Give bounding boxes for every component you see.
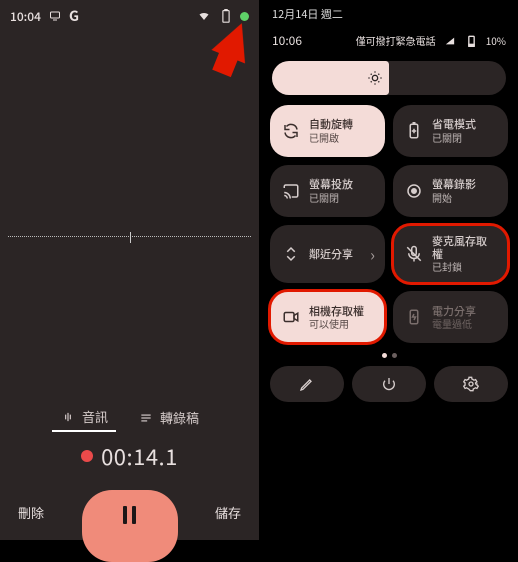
qs-time: 10:06	[272, 32, 302, 49]
recorder-screen: 10:04 G 音訊 轉錄稿	[0, 0, 259, 540]
cast-icon	[47, 10, 63, 22]
qs-footer	[260, 366, 518, 414]
recorder-bottom-bar: 刪除 儲存	[0, 484, 259, 540]
tile-sub: 已關閉	[432, 132, 476, 144]
tile-mic-access[interactable]: 麥克風存取權 已封鎖	[393, 225, 508, 283]
pause-button[interactable]	[82, 490, 178, 562]
signal-icon	[442, 36, 458, 46]
tab-audio-label: 音訊	[82, 407, 108, 426]
qs-network-text: 僅可撥打緊急電話	[356, 33, 436, 48]
privacy-indicator-dot	[240, 12, 249, 21]
power-icon	[381, 376, 397, 392]
tile-sub: 已封鎖	[432, 261, 496, 273]
tile-auto-rotate[interactable]: 自動旋轉 已開啟	[270, 105, 385, 157]
recording-time: 00:14.1	[101, 440, 178, 472]
audio-icon	[60, 410, 76, 424]
recording-indicator-icon	[81, 450, 93, 462]
qs-battery-text: 10%	[486, 33, 506, 48]
tile-sub: 可以使用	[309, 318, 364, 330]
qs-tiles-grid: 自動旋轉 已開啟 省電模式 已關閉 螢幕投放 已關閉 螢幕錄影 開始	[260, 105, 518, 343]
battery-saver-icon	[405, 122, 423, 140]
chevron-right-icon	[370, 242, 375, 266]
tab-audio[interactable]: 音訊	[52, 403, 116, 432]
settings-button[interactable]	[434, 366, 508, 402]
nearby-share-icon	[282, 245, 300, 263]
record-icon	[405, 182, 423, 200]
tile-sub: 已關閉	[309, 192, 353, 204]
qs-status-row: 10:06 僅可撥打緊急電話 10%	[260, 22, 518, 49]
save-button[interactable]: 儲存	[215, 503, 241, 522]
brightness-slider[interactable]	[272, 61, 506, 95]
status-time: 10:04	[10, 8, 41, 25]
tile-camera-access[interactable]: 相機存取權 可以使用	[270, 291, 385, 343]
tile-label: 麥克風存取權	[432, 235, 496, 261]
power-share-icon	[405, 308, 423, 326]
tile-cast[interactable]: 螢幕投放 已關閉	[270, 165, 385, 217]
tile-label: 鄰近分享	[309, 248, 353, 261]
list-icon	[138, 411, 154, 425]
wifi-icon	[196, 10, 212, 22]
status-bar: 10:04 G	[0, 0, 259, 26]
recorder-tabs: 音訊 轉錄稿	[0, 403, 259, 432]
cast-icon	[282, 182, 300, 200]
tile-screen-record[interactable]: 螢幕錄影 開始	[393, 165, 508, 217]
brightness-icon	[367, 70, 383, 86]
mic-off-icon	[405, 245, 423, 263]
tile-sub: 開始	[432, 192, 476, 204]
tab-transcript-label: 轉錄稿	[160, 408, 199, 427]
rotate-icon	[282, 122, 300, 140]
recording-time-row: 00:14.1	[0, 440, 259, 472]
tile-sub: 電量過低	[432, 318, 476, 330]
tile-power-share[interactable]: 電力分享 電量過低	[393, 291, 508, 343]
page-indicator	[260, 353, 518, 358]
edit-button[interactable]	[270, 366, 344, 402]
battery-icon	[464, 35, 480, 47]
waveform	[8, 236, 251, 237]
google-logo: G	[69, 6, 79, 26]
tile-battery-saver[interactable]: 省電模式 已關閉	[393, 105, 508, 157]
tile-nearby-share[interactable]: 鄰近分享	[270, 225, 385, 283]
pause-icon	[123, 506, 136, 524]
gear-icon	[463, 376, 479, 392]
tab-transcript[interactable]: 轉錄稿	[130, 403, 207, 432]
delete-button[interactable]: 刪除	[18, 503, 44, 522]
camera-icon	[282, 308, 300, 326]
tile-sub: 已開啟	[309, 132, 353, 144]
pencil-icon	[299, 376, 315, 392]
quick-settings-screen: 12月14日 週二 10:06 僅可撥打緊急電話 10% 自動旋轉 已開啟	[259, 0, 518, 540]
power-button[interactable]	[352, 366, 426, 402]
qs-date: 12月14日 週二	[260, 0, 518, 22]
